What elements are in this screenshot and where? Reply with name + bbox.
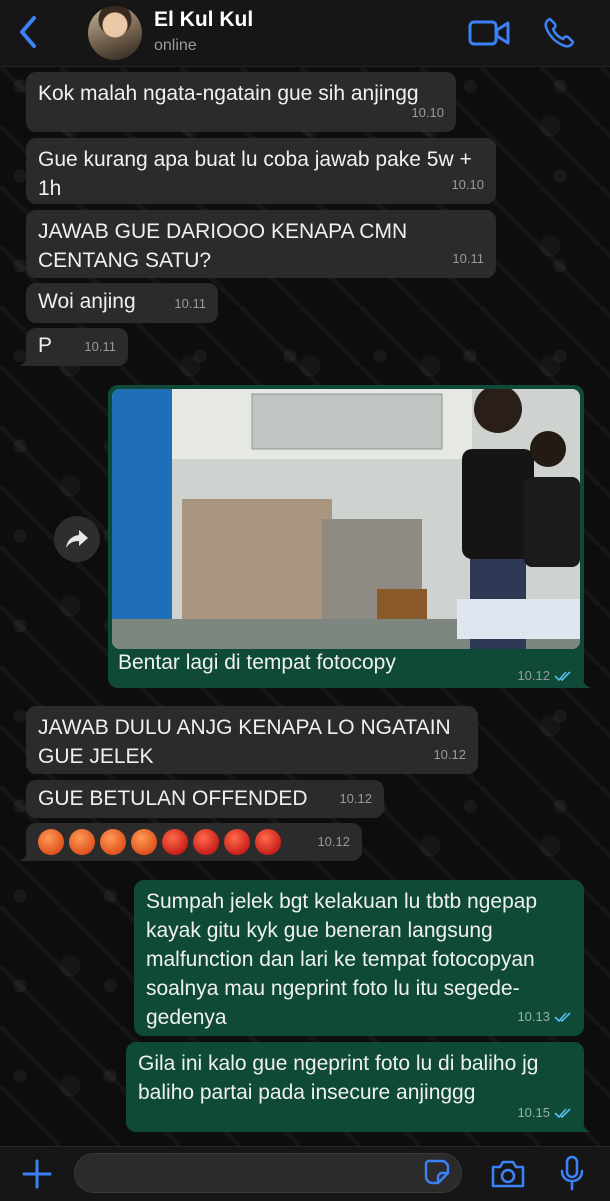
- message-time: 10.11: [84, 339, 116, 354]
- message-text: Gue kurang apa buat lu coba jawab pake 5…: [38, 148, 472, 200]
- video-call-icon[interactable]: [468, 18, 510, 48]
- read-double-tick-icon: [554, 1107, 571, 1118]
- angry-face-icon: [69, 828, 95, 855]
- message-text: P: [38, 334, 53, 357]
- message-time: 10.12: [339, 791, 372, 806]
- angry-face-icon: [131, 828, 157, 855]
- message-meta: 10.12: [517, 668, 572, 683]
- message-meta: 10.11: [174, 289, 206, 318]
- message-time: 10.15: [517, 1105, 550, 1120]
- cursing-face-icon: [255, 828, 281, 855]
- contact-name[interactable]: El Kul Kul: [154, 8, 253, 32]
- camera-icon[interactable]: [490, 1159, 526, 1189]
- bubble-tail: [19, 352, 33, 366]
- bubble-tail: [19, 847, 33, 861]
- message-bubble-incoming[interactable]: JAWAB GUE DARIOOO KENAPA CMN CENTANG SAT…: [26, 210, 496, 278]
- message-bubble-incoming[interactable]: Woi anjing 10.11: [26, 283, 218, 323]
- message-time: 10.11: [452, 251, 484, 266]
- message-time: 10.10: [451, 177, 484, 192]
- message-bubble-outgoing-image[interactable]: Bentar lagi di tempat fotocopy 10.12: [108, 385, 591, 688]
- photocopy-shop-photo: [112, 389, 580, 649]
- photo-attachment[interactable]: [112, 389, 580, 649]
- message-meta: 10.12: [317, 827, 350, 856]
- image-caption: Bentar lagi di tempat fotocopy: [118, 651, 396, 674]
- message-time: 10.11: [174, 296, 206, 311]
- back-chevron-icon[interactable]: [14, 14, 44, 50]
- message-text: Woi anjing: [38, 290, 136, 313]
- angry-face-icon: [100, 828, 126, 855]
- message-time: 10.12: [317, 834, 350, 849]
- read-double-tick-icon: [554, 1011, 571, 1022]
- message-meta: 10.11: [84, 332, 116, 361]
- cursing-face-icon: [224, 828, 250, 855]
- message-time: 10.12: [433, 747, 466, 762]
- bubble-tail: [577, 674, 591, 688]
- phone-call-icon[interactable]: [542, 16, 576, 50]
- message-text: Kok malah ngata-ngatain gue sih anjingg: [38, 82, 419, 105]
- emoji-row: [38, 827, 350, 856]
- sticker-icon[interactable]: [424, 1159, 450, 1185]
- message-meta: 10.15: [517, 1098, 572, 1127]
- message-bubble-incoming-emoji[interactable]: 10.12: [19, 823, 362, 861]
- message-meta: 10.12: [433, 740, 466, 769]
- message-text: JAWAB DULU ANJG KENAPA LO NGATAIN GUE JE…: [38, 716, 451, 768]
- message-meta: 10.10: [451, 170, 484, 199]
- message-text: JAWAB GUE DARIOOO KENAPA CMN CENTANG SAT…: [38, 220, 408, 272]
- message-time: 10.12: [517, 668, 550, 683]
- message-meta: 10.12: [339, 784, 372, 813]
- message-bubble-incoming[interactable]: GUE BETULAN OFFENDED 10.12: [26, 780, 384, 818]
- message-time: 10.10: [411, 105, 444, 120]
- contact-avatar[interactable]: [88, 6, 142, 60]
- plus-icon[interactable]: [22, 1159, 52, 1189]
- cursing-face-icon: [162, 828, 188, 855]
- message-input-bar: [0, 1146, 610, 1201]
- message-meta: 10.13: [517, 1002, 572, 1031]
- message-text: Sumpah jelek bgt kelakuan lu tbtb ngepap…: [146, 890, 538, 1029]
- message-time: 10.13: [517, 1009, 550, 1024]
- message-meta: 10.11: [452, 244, 484, 273]
- chat-header: El Kul Kul online: [0, 0, 610, 67]
- contact-status: online: [154, 37, 197, 54]
- message-bubble-incoming[interactable]: Gue kurang apa buat lu coba jawab pake 5…: [26, 138, 496, 204]
- message-text: GUE BETULAN OFFENDED: [38, 787, 308, 810]
- message-input[interactable]: [74, 1153, 462, 1193]
- angry-face-icon: [38, 828, 64, 855]
- message-bubble-outgoing[interactable]: Gila ini kalo gue ngeprint foto lu di ba…: [126, 1042, 591, 1132]
- message-bubble-incoming[interactable]: P 10.11: [19, 328, 128, 366]
- message-bubble-incoming[interactable]: JAWAB DULU ANJG KENAPA LO NGATAIN GUE JE…: [26, 706, 478, 774]
- message-bubble-outgoing[interactable]: Sumpah jelek bgt kelakuan lu tbtb ngepap…: [134, 880, 584, 1036]
- read-double-tick-icon: [554, 670, 571, 681]
- message-meta: 10.10: [411, 98, 444, 127]
- microphone-icon[interactable]: [560, 1155, 584, 1191]
- message-bubble-incoming[interactable]: Kok malah ngata-ngatain gue sih anjingg …: [26, 72, 456, 132]
- message-text: Gila ini kalo gue ngeprint foto lu di ba…: [138, 1052, 539, 1104]
- forward-arrow-icon: [66, 530, 88, 548]
- bubble-tail: [577, 1118, 591, 1132]
- forward-button[interactable]: [54, 516, 100, 562]
- cursing-face-icon: [193, 828, 219, 855]
